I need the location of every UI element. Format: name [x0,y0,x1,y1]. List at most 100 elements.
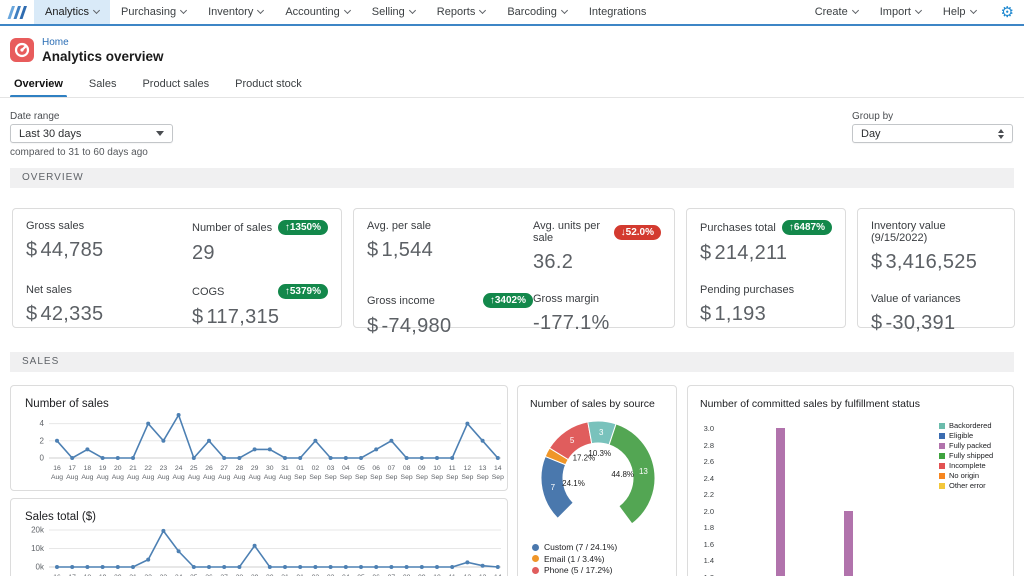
nav-item-analytics[interactable]: Analytics [34,0,110,24]
legend-dot [532,555,539,562]
svg-text:19: 19 [99,465,107,472]
chart-card-number-of-sales: Number of sales 42016Aug17Aug18Aug19Aug2… [10,385,508,491]
bar-ytick: 2.8 [692,441,714,450]
tab-overview[interactable]: Overview [14,78,63,97]
kpi-cell-header: Avg. per sale [367,220,533,232]
kpi-value: $117,315 [192,306,328,329]
svg-text:Sep: Sep [477,474,489,481]
nav-item-accounting[interactable]: Accounting [274,0,360,24]
svg-text:27: 27 [220,465,228,472]
svg-text:24: 24 [175,465,183,472]
nav-item-reports[interactable]: Reports [426,0,497,24]
kpi-value: $3,416,525 [871,251,1001,274]
number-of-sales-line-chart[interactable]: 42016Aug17Aug18Aug19Aug20Aug21Aug22Aug23… [15,412,507,490]
nav-item-selling[interactable]: Selling [361,0,426,24]
tab-sales[interactable]: Sales [89,78,117,97]
kpi-label: Pending purchases [700,284,794,296]
bar-ytick: 1.4 [692,556,714,565]
svg-text:Aug: Aug [264,474,276,481]
nav-right-items: Create Import Help [804,0,991,24]
kpi-cell-header: Net sales [26,284,192,296]
legend-label: Other error [949,482,986,491]
svg-text:22: 22 [144,465,152,472]
nav-item-help[interactable]: Help [932,0,987,24]
group-by-label: Group by [852,111,893,122]
kpi-label: Avg. units per sale [533,220,614,244]
legend-swatch [939,443,945,449]
group-by-value: Day [861,128,881,140]
nav-item-label: Import [880,6,911,18]
kpi-cell-avg-units-per-sale: Avg. units per sale↓52.0%36.2 [533,220,661,274]
legend-dot [532,544,539,551]
legend-item-email: Email (1 / 3.4%) [532,554,617,565]
nav-item-integrations[interactable]: Integrations [578,0,657,24]
dollar-sign: $ [700,242,711,264]
chart-title: Number of sales [11,386,507,410]
fulfillment-bar[interactable] [776,428,785,576]
svg-text:Aug: Aug [279,474,291,481]
kpi-cell-gross-margin: Gross margin-177.1% [533,293,661,338]
dollar-sign: $ [871,251,882,273]
legend-label: Email (1 / 3.4%) [544,554,604,565]
change-badge: ↑6487% [782,220,832,235]
svg-text:28: 28 [236,465,244,472]
svg-text:Aug: Aug [173,474,185,481]
kpi-label: Purchases total [700,222,776,234]
nav-item-purchasing[interactable]: Purchasing [110,0,197,24]
analytics-dashboard: AnalyticsPurchasingInventoryAccountingSe… [0,0,1024,576]
svg-text:25: 25 [190,465,198,472]
analytics-app-icon [10,38,34,62]
bar-ytick: 2.4 [692,474,714,483]
kpi-cell-header: Number of sales↑1350% [192,220,328,235]
svg-text:Aug: Aug [127,474,139,481]
chevron-down-icon [561,7,568,14]
bar-legend: BackorderedEligibleFully packedFully shi… [939,422,993,491]
kpi-label: Number of sales [192,222,272,234]
bar-ytick: 1.6 [692,540,714,549]
chevron-down-icon [970,7,977,14]
nav-item-import[interactable]: Import [869,0,932,24]
date-range-select[interactable]: Last 30 days [10,124,173,143]
legend-item-backordered: Backordered [939,422,993,431]
chevron-down-icon [257,7,264,14]
kpi-cell-inventory-value-9-15-2022-: Inventory value (9/15/2022)$3,416,525 [871,220,1001,274]
legend-item-eligible: Eligible [939,432,993,441]
nav-item-inventory[interactable]: Inventory [197,0,274,24]
nav-item-label: Create [815,6,848,18]
kpi-card-1: Avg. per sale $1,544Avg. units per sale↓5… [353,208,675,328]
kpi-cell-number-of-sales: Number of sales↑1350%29 [192,220,328,265]
sales-by-source-donut-chart[interactable]: 724.1%517.2%310.3%1344.8% [518,416,678,542]
kpi-cell-header: Gross income↑3402% [367,293,533,308]
legend-item-incomplete: Incomplete [939,462,993,471]
tab-product-sales[interactable]: Product sales [142,78,209,97]
top-nav: AnalyticsPurchasingInventoryAccountingSe… [0,0,1024,26]
legend-swatch [939,423,945,429]
kpi-cell-header: Purchases total ↑6487% [700,220,832,235]
nav-item-create[interactable]: Create [804,0,869,24]
svg-text:21: 21 [129,465,137,472]
svg-text:06: 06 [372,465,380,472]
kpi-cell-pending-purchases: Pending purchases$1,193 [700,284,832,326]
legend-swatch [939,463,945,469]
legend-item-no-origin: No origin [939,472,993,481]
legend-swatch [939,433,945,439]
svg-text:16: 16 [53,465,61,472]
kpi-value: 36.2 [533,251,661,274]
kpi-label: Gross sales [26,220,84,232]
dollar-sign: $ [367,315,378,337]
kpi-label: Net sales [26,284,72,296]
sales-total-line-chart[interactable]: 20k10k0k16Aug17Aug18Aug19Aug20Aug21Aug22… [15,523,507,576]
chart-card-sales-by-source: Number of sales by source 724.1%517.2%31… [517,385,677,576]
kpi-cell-header: COGS↑5379% [192,284,328,299]
svg-text:24.1%: 24.1% [562,479,585,488]
chevron-down-icon [852,7,859,14]
inflow-logo-icon[interactable] [0,0,34,24]
fulfillment-bar[interactable] [844,511,853,576]
tab-product-stock[interactable]: Product stock [235,78,302,97]
nav-item-barcoding[interactable]: Barcoding [496,0,578,24]
settings-gear-icon[interactable]: ⚙ [991,0,1024,24]
breadcrumb-home[interactable]: Home [42,37,69,48]
legend-label: Fully shipped [949,452,993,461]
group-by-select[interactable]: Day [852,124,1013,143]
kpi-value: $1,544 [367,239,533,262]
